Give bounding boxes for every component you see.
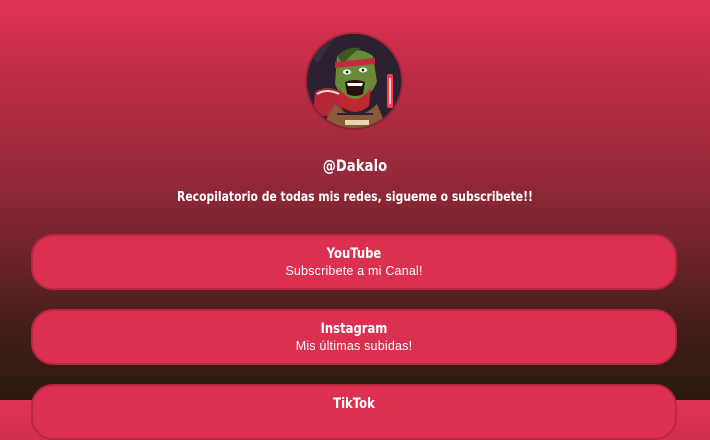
link-title: YouTube	[326, 246, 382, 262]
link-instagram-button[interactable]: Instagram Mis últimas subidas!	[31, 309, 677, 365]
link-youtube-button[interactable]: YouTube Subscribete a mi Canal!	[31, 234, 677, 290]
link-tiktok-button[interactable]: TikTok	[31, 384, 677, 440]
avatar	[307, 34, 401, 128]
illustrated-warrior-avatar-icon	[307, 34, 401, 128]
link-subtitle: Mis últimas subidas!	[295, 339, 413, 353]
profile-bio: Recopilatorio de todas mis redes, siguem…	[177, 189, 533, 205]
profile-handle: @Dakalo	[322, 156, 388, 175]
link-subtitle: Subscribete a mi Canal!	[285, 264, 423, 278]
link-title: Instagram	[320, 321, 388, 337]
link-title: TikTok	[333, 396, 375, 412]
